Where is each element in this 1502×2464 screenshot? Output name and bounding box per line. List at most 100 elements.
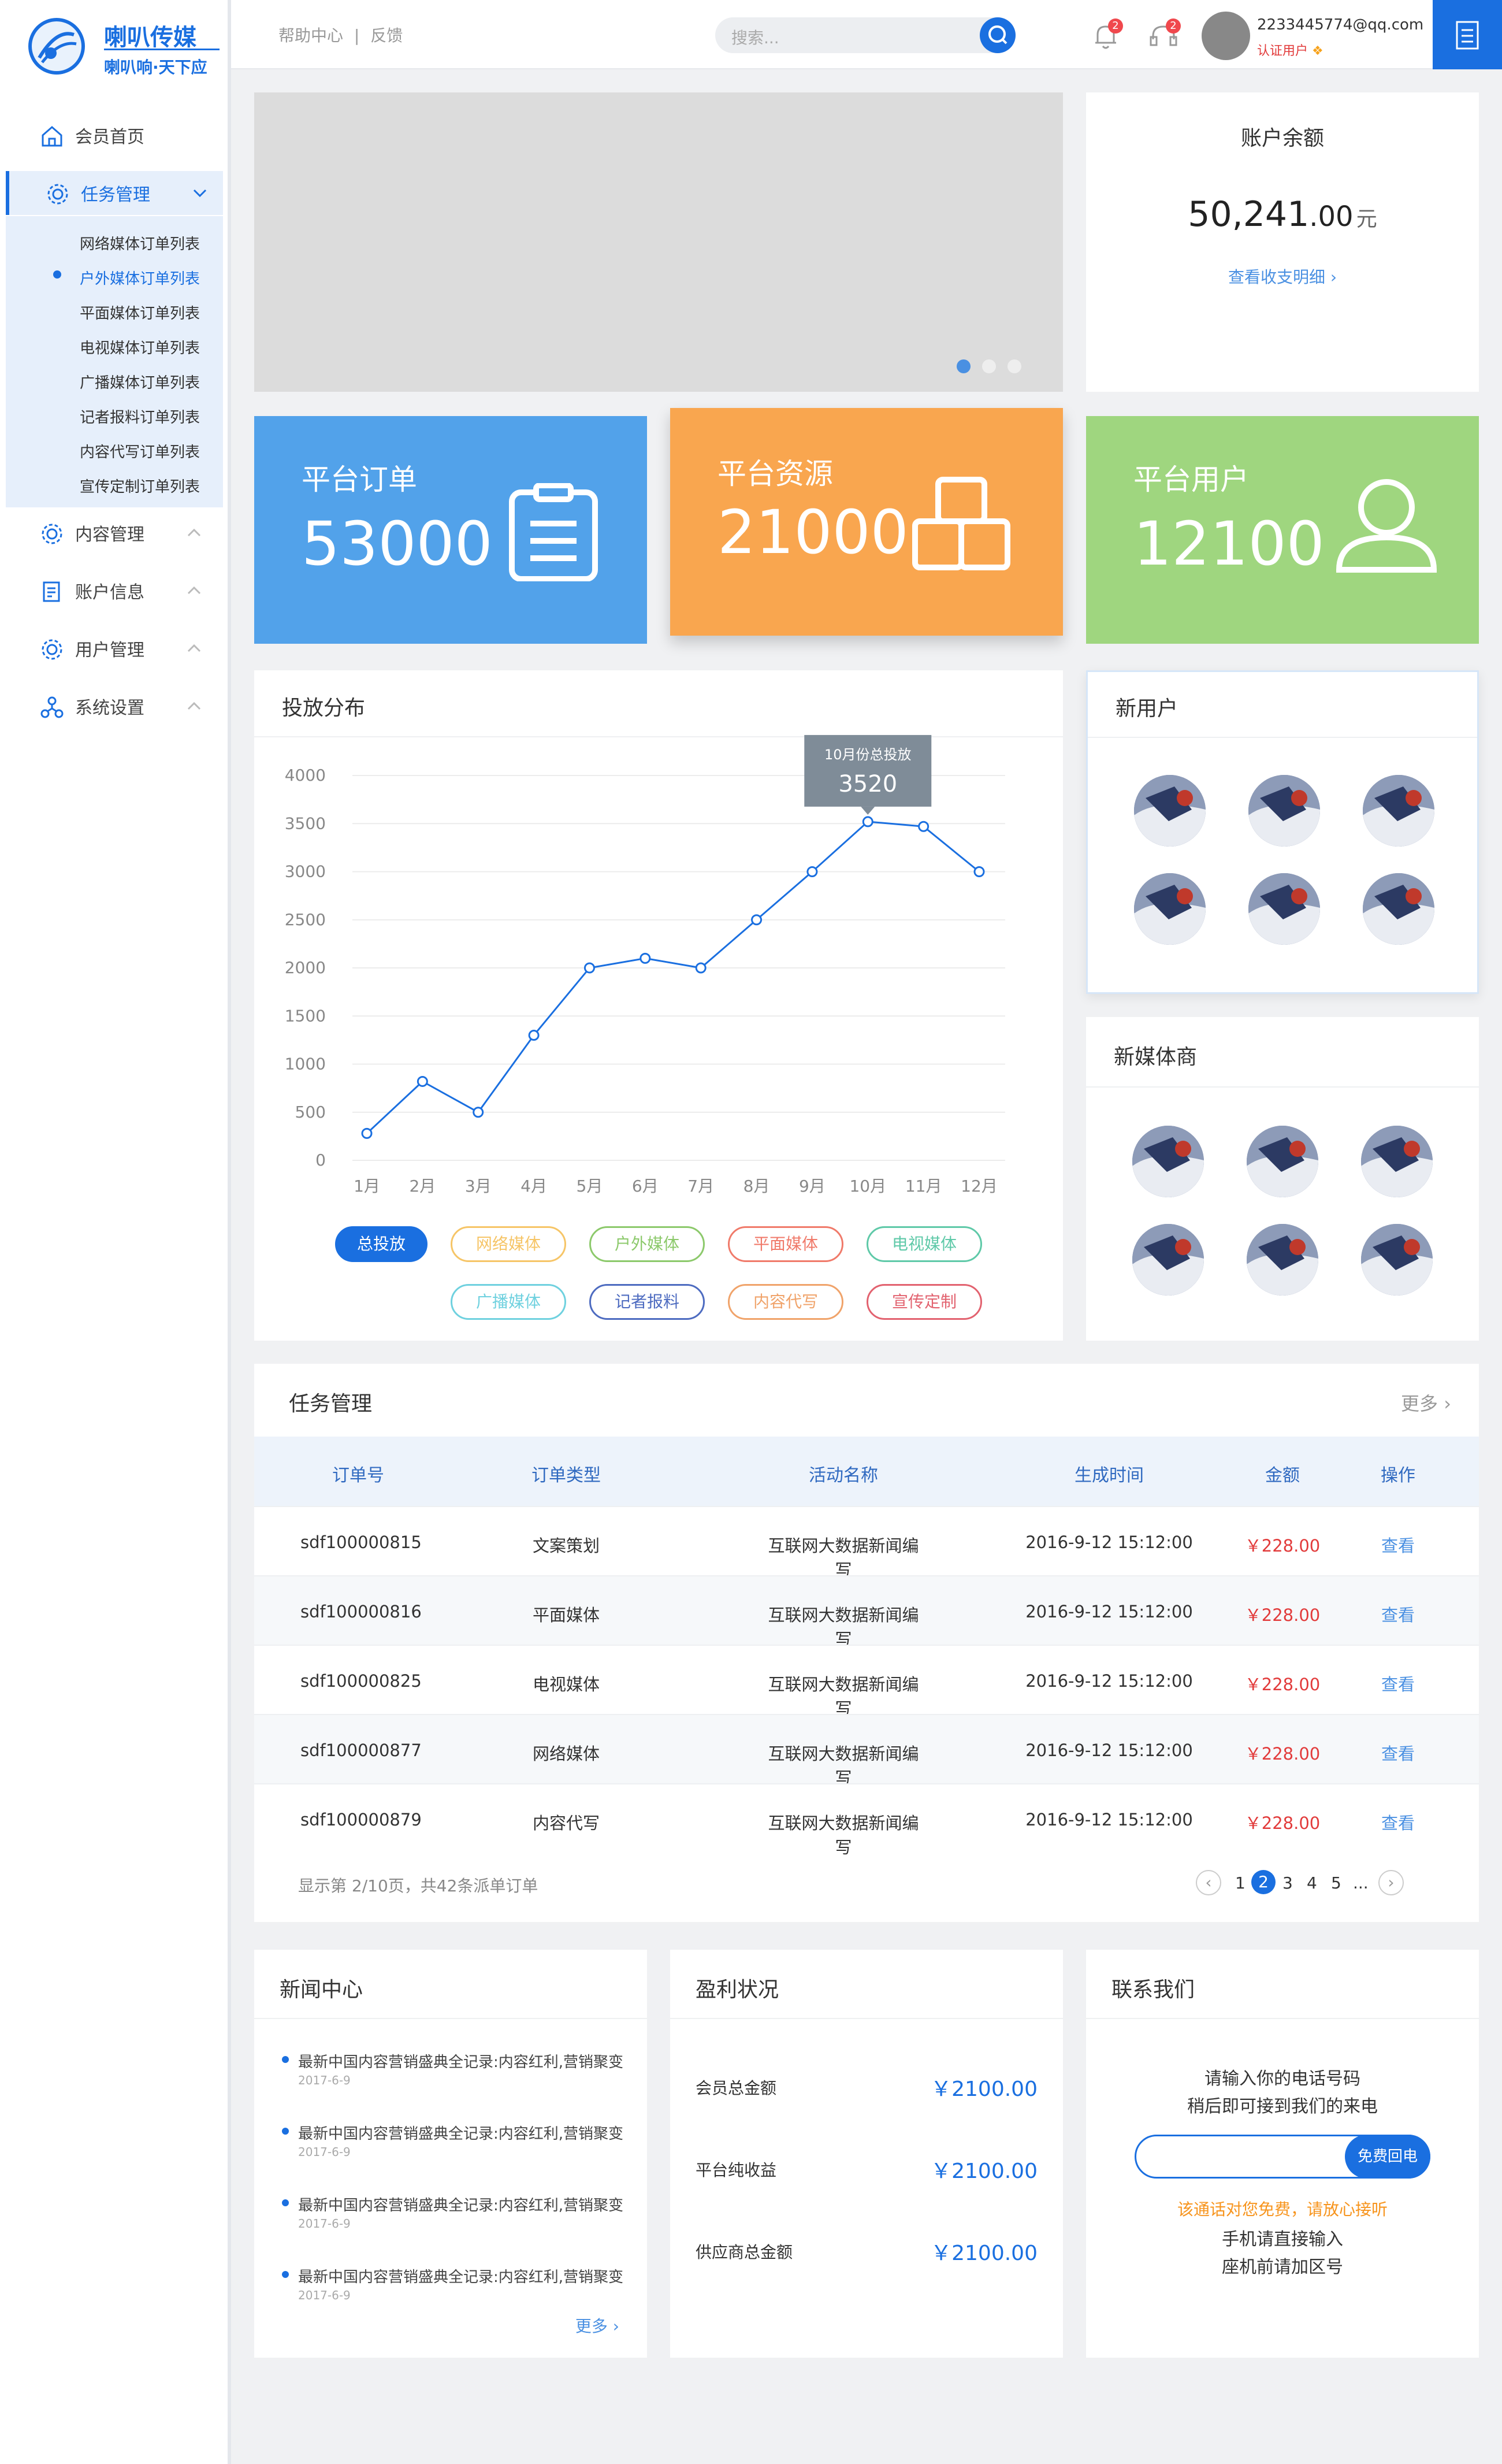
notification-button[interactable]: 2	[1092, 18, 1123, 51]
filter-pill[interactable]: 广播媒体	[451, 1284, 566, 1320]
submenu-item[interactable]: 网络媒体订单列表	[80, 232, 200, 254]
y-tick-label: 1500	[285, 1006, 326, 1025]
table-cell: 互联网大数据新闻编写	[768, 1536, 919, 1580]
avatar-image[interactable]	[1363, 873, 1434, 945]
search-button[interactable]	[980, 17, 1016, 53]
menu-toggle-button[interactable]	[1433, 0, 1502, 69]
view-link[interactable]: 查看	[1363, 1532, 1433, 1557]
news-item-date: 2017-6-9	[298, 2145, 351, 2159]
chevron-up-icon	[186, 640, 202, 656]
search-box[interactable]: 搜索...	[715, 17, 1016, 53]
page-link[interactable]: 3	[1282, 1873, 1293, 1892]
news-item-title[interactable]: 最新中国内容营销盛典全记录:内容红利,营销聚变	[298, 2265, 623, 2287]
avatar-image[interactable]	[1247, 1126, 1318, 1197]
cert-text: 认证用户	[1257, 44, 1308, 58]
table-footer: 显示第 2/10页，共42条派单订单	[298, 1876, 538, 1895]
sidebar-item-task[interactable]: 任务管理	[6, 171, 223, 215]
avatar-image[interactable]	[1248, 775, 1320, 847]
submenu-item[interactable]: 记者报料订单列表	[80, 406, 200, 427]
submenu-item-active[interactable]: 户外媒体订单列表	[80, 267, 200, 288]
callback-button[interactable]: 免费回电	[1345, 2135, 1430, 2179]
table-cell: 互联网大数据新闻编写	[768, 1605, 919, 1649]
data-point	[806, 866, 818, 877]
carousel-dot[interactable]	[1007, 359, 1021, 373]
filter-pill-active[interactable]: 总投放	[335, 1226, 427, 1262]
table-cell: 2016-9-12 15:12:00	[1025, 1532, 1193, 1552]
news-item-title[interactable]: 最新中国内容营销盛典全记录:内容红利,营销聚变	[298, 2194, 623, 2215]
bullet-icon	[282, 2056, 289, 2063]
filter-pill[interactable]: 网络媒体	[451, 1226, 566, 1262]
view-link[interactable]: 查看	[1363, 1671, 1433, 1695]
avatar-image[interactable]	[1247, 1224, 1318, 1296]
view-link[interactable]: 查看	[1363, 1602, 1433, 1626]
submenu-item[interactable]: 广播媒体订单列表	[80, 371, 200, 392]
notification-badge: 2	[1108, 18, 1123, 34]
filter-pill[interactable]: 宣传定制	[867, 1284, 982, 1320]
user-email: 2233445774@qq.com	[1257, 16, 1424, 34]
help-center-link[interactable]: 帮助中心	[278, 26, 343, 45]
bullet-icon	[282, 2271, 289, 2278]
banner-carousel[interactable]	[254, 92, 1063, 392]
tooltip-label: 10月份总投放	[824, 747, 912, 763]
avatar-image[interactable]	[1361, 1126, 1433, 1197]
submenu-item[interactable]: 宣传定制订单列表	[80, 475, 200, 496]
next-page-button[interactable]: ›	[1378, 1870, 1404, 1895]
view-link[interactable]: 查看	[1363, 1810, 1433, 1834]
table-row: sdf100000877 网络媒体 互联网大数据新闻编写 2016-9-12 15:1…	[254, 1714, 1479, 1788]
avatar-image[interactable]	[1134, 775, 1206, 847]
news-more-link[interactable]: 更多 ›	[575, 2314, 619, 2337]
column-header: 活动名称	[809, 1465, 878, 1486]
avatar-image[interactable]	[1134, 873, 1206, 945]
table-row: sdf100000879 内容代写 互联网大数据新闻编写 2016-9-12 15:1…	[254, 1783, 1479, 1857]
service-badge: 2	[1166, 18, 1181, 34]
filter-pill[interactable]: 电视媒体	[867, 1226, 982, 1262]
page-link[interactable]: 5	[1331, 1873, 1341, 1892]
page-link[interactable]: 1	[1235, 1873, 1246, 1892]
feedback-link[interactable]: 反馈	[370, 26, 403, 45]
sidebar-item-account[interactable]: 账户信息	[0, 569, 225, 613]
avatar-image[interactable]	[1361, 1224, 1433, 1296]
sidebar-item-home[interactable]: 会员首页	[0, 113, 225, 157]
balance-detail-link[interactable]: 查看收支明细 ›	[1086, 265, 1479, 288]
page-link[interactable]: 4	[1307, 1873, 1317, 1892]
logo[interactable]: 喇叭传媒 喇叭响·天下应	[17, 12, 237, 81]
service-button[interactable]: 2	[1148, 18, 1181, 51]
more-text: 更多	[1401, 1393, 1438, 1415]
brand-divider	[104, 49, 220, 50]
task-more-link[interactable]: 更多 ›	[1401, 1389, 1451, 1416]
avatar-image[interactable]	[1132, 1224, 1204, 1296]
submenu-item[interactable]: 平面媒体订单列表	[80, 302, 200, 323]
filter-pill[interactable]: 内容代写	[728, 1284, 843, 1320]
news-item-title[interactable]: 最新中国内容营销盛典全记录:内容红利,营销聚变	[298, 2050, 623, 2072]
sidebar-item-settings[interactable]: 系统设置	[0, 684, 225, 728]
table-cell: 互联网大数据新闻编写	[768, 1675, 919, 1719]
avatar-image[interactable]	[1248, 873, 1320, 945]
avatar-image[interactable]	[1363, 775, 1434, 847]
submenu-item[interactable]: 电视媒体订单列表	[80, 336, 200, 358]
avatar[interactable]	[1202, 12, 1250, 60]
table-cell: ￥228.00	[1244, 1605, 1321, 1625]
prev-page-button[interactable]: ‹	[1196, 1870, 1221, 1895]
avatar-image[interactable]	[1132, 1126, 1204, 1197]
sidebar-item-content[interactable]: 内容管理	[0, 511, 225, 555]
table-cell: 平面媒体	[532, 1605, 600, 1625]
view-link[interactable]: 查看	[1363, 1741, 1433, 1765]
sidebar-item-label: 任务管理	[81, 185, 150, 205]
filter-pill[interactable]: 户外媒体	[589, 1226, 705, 1262]
new-users-title: 新用户	[1116, 697, 1178, 721]
filter-pill[interactable]: 记者报料	[589, 1284, 705, 1320]
sidebar-item-users[interactable]: 用户管理	[0, 626, 225, 670]
page-link-active[interactable]: 2	[1251, 1870, 1276, 1894]
news-item-title[interactable]: 最新中国内容营销盛典全记录:内容红利,营销聚变	[298, 2122, 623, 2143]
search-input[interactable]: 搜索...	[731, 25, 779, 49]
balance-link-text: 查看收支明细	[1228, 268, 1325, 287]
y-tick-label: 3000	[285, 862, 326, 881]
stat-value: 21000	[717, 497, 909, 567]
submenu-item[interactable]: 内容代写订单列表	[80, 440, 200, 462]
carousel-dot-active[interactable]	[957, 359, 971, 373]
data-point	[973, 866, 985, 877]
carousel-dot[interactable]	[982, 359, 996, 373]
phone-input[interactable]: 免费回电	[1135, 2135, 1430, 2179]
column-header: 操作	[1381, 1465, 1415, 1486]
filter-pill[interactable]: 平面媒体	[728, 1226, 843, 1262]
